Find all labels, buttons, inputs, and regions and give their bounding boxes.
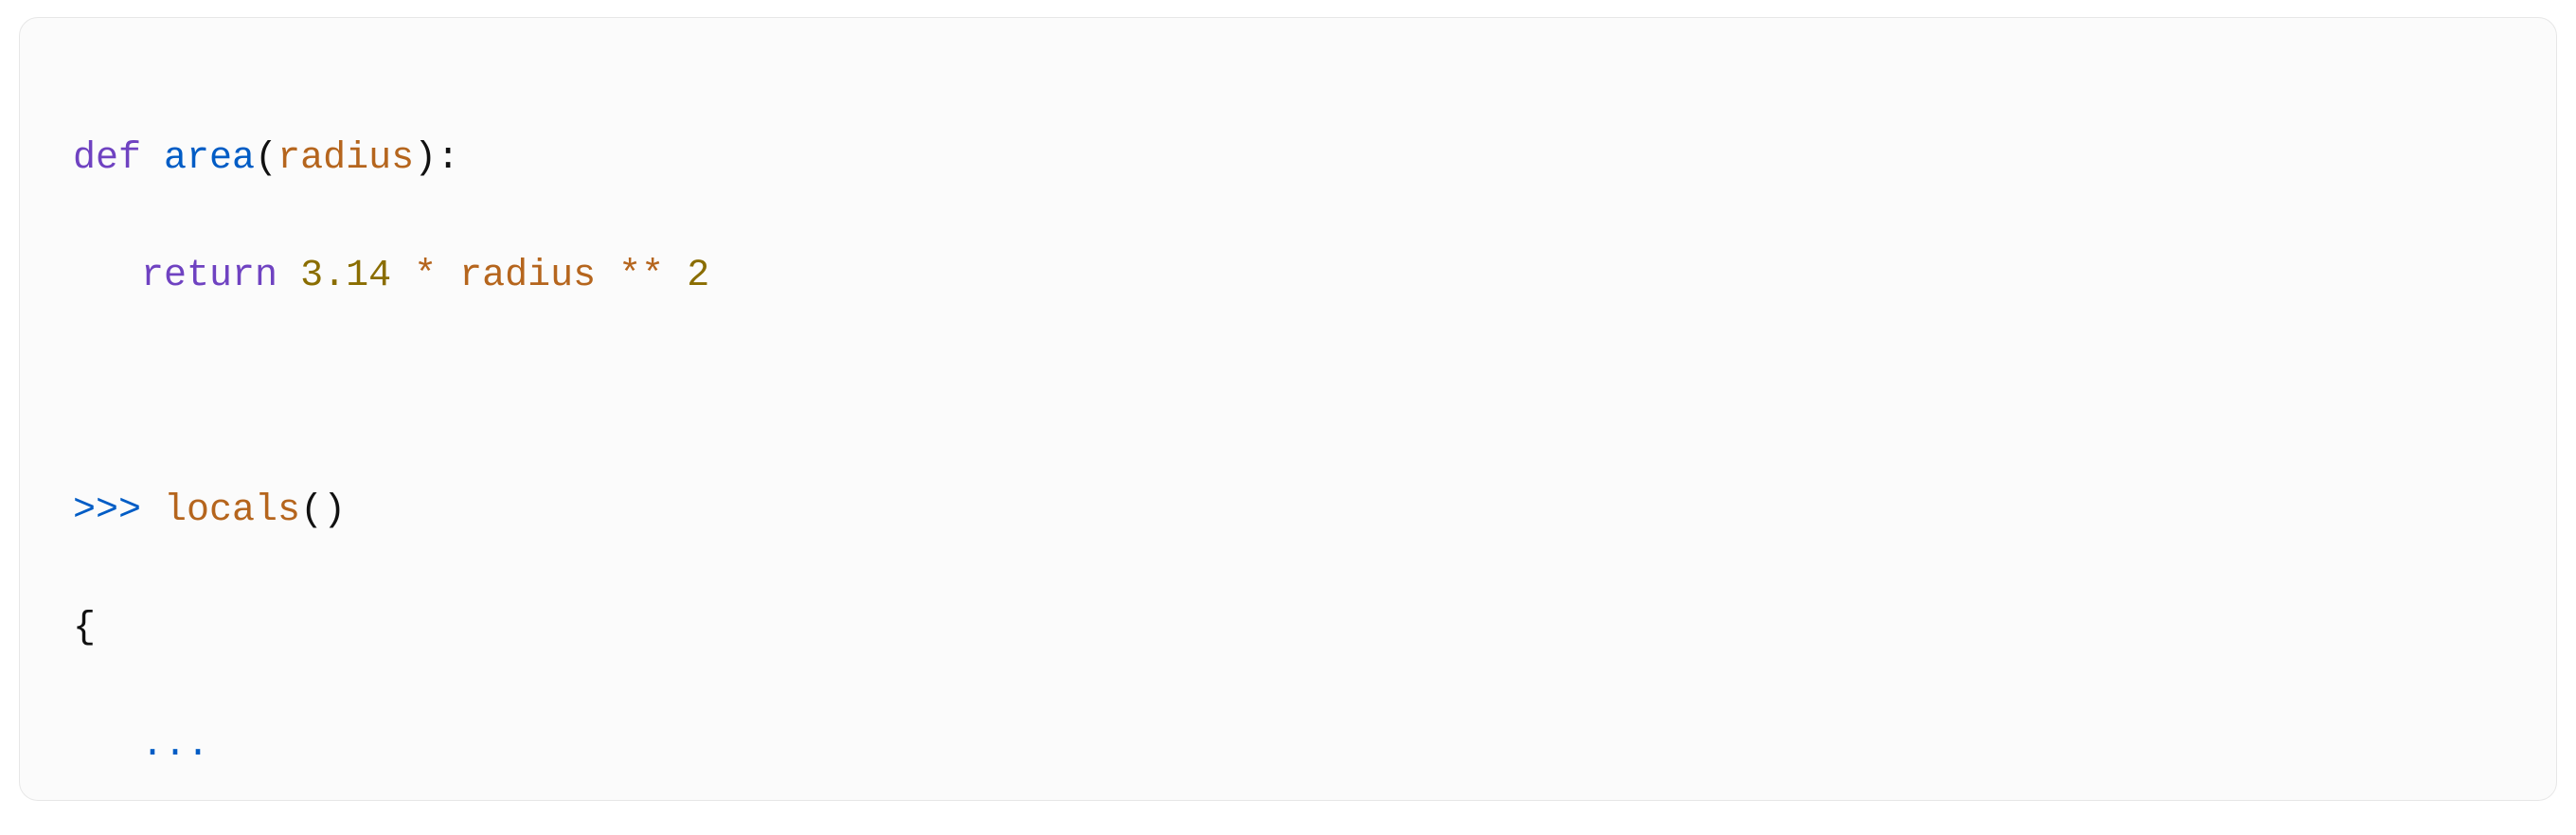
paren-close: ): [323, 489, 346, 532]
colon: :: [437, 137, 459, 180]
keyword-return: return: [141, 255, 277, 297]
repl-prompt: >>>: [73, 489, 141, 532]
brace-open: {: [73, 607, 96, 649]
ellipsis: ...: [141, 724, 209, 767]
number-literal: 3.14: [300, 255, 391, 297]
function-name: area: [164, 137, 255, 180]
paren-open: (: [255, 137, 277, 180]
code-line-4: >>> locals(): [73, 482, 2503, 541]
code-block: def area(radius): return 3.14 * radius *…: [19, 17, 2557, 801]
code-line-6: ...: [73, 717, 2503, 775]
space: [141, 489, 164, 532]
operator-pow: **: [618, 255, 664, 297]
number-literal: 2: [687, 255, 709, 297]
space: [437, 255, 459, 297]
space: [277, 255, 300, 297]
indent: [73, 255, 141, 297]
space: [664, 255, 687, 297]
code-line-3: [73, 364, 2503, 423]
operator-mul: *: [414, 255, 437, 297]
code-line-1: def area(radius):: [73, 130, 2503, 188]
paren-open: (: [300, 489, 323, 532]
code-line-2: return 3.14 * radius ** 2: [73, 247, 2503, 306]
space: [391, 255, 414, 297]
indent: [73, 724, 141, 767]
variable-name: radius: [459, 255, 596, 297]
call-name: locals: [164, 489, 300, 532]
keyword-def: def: [73, 137, 141, 180]
code-line-5: {: [73, 599, 2503, 658]
paren-close: ): [414, 137, 437, 180]
param-name: radius: [277, 137, 414, 180]
space: [596, 255, 618, 297]
space: [141, 137, 164, 180]
